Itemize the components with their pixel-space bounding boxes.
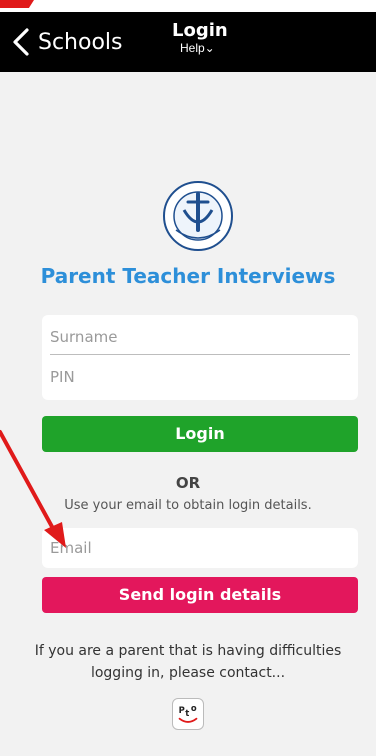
pto-logo-icon[interactable]: P t o	[172, 698, 204, 730]
pin-field[interactable]	[50, 359, 350, 395]
help-dropdown[interactable]: Help⌄	[180, 41, 228, 55]
chevron-left-icon	[13, 28, 29, 56]
field-divider	[50, 354, 350, 355]
school-crest-icon	[163, 181, 233, 251]
top-strip	[0, 0, 376, 12]
svg-text:t: t	[185, 708, 189, 718]
login-card	[42, 315, 358, 400]
back-label: Schools	[38, 29, 123, 55]
surname-field[interactable]	[50, 319, 350, 355]
svg-text:o: o	[191, 703, 197, 713]
svg-text:P: P	[179, 705, 185, 715]
email-hint: Use your email to obtain login details.	[64, 498, 312, 513]
back-button[interactable]: Schools	[10, 24, 123, 60]
nav-title-group: Login Help⌄	[172, 20, 228, 55]
email-card	[42, 528, 358, 568]
login-button[interactable]: Login	[42, 416, 358, 452]
or-divider-label: OR	[175, 474, 201, 492]
support-text: If you are a parent that is having diffi…	[34, 643, 342, 681]
send-login-details-button[interactable]: Send login details	[42, 577, 358, 613]
email-field[interactable]	[50, 530, 350, 566]
app-title: Parent Teacher Interviews	[40, 264, 336, 288]
annotation-mark	[0, 0, 34, 8]
navigation-bar: Schools Login Help⌄	[0, 12, 376, 72]
page-title: Login	[172, 20, 228, 41]
